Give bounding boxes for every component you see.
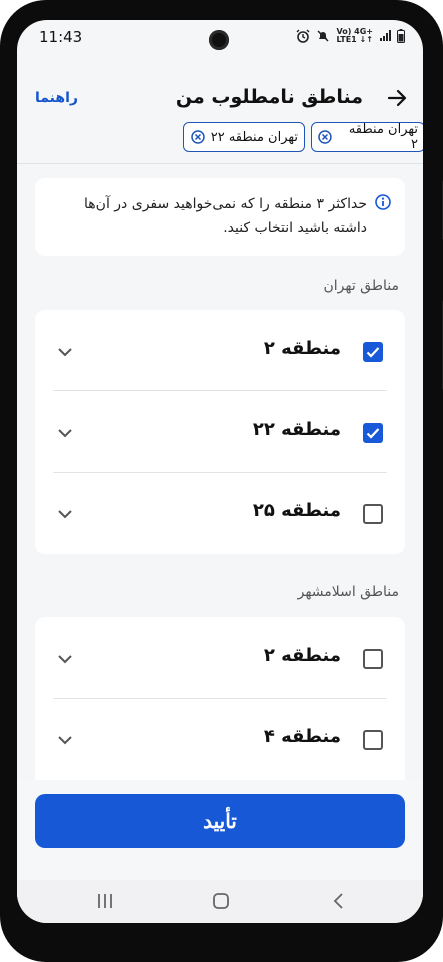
- chevron-down-icon[interactable]: [55, 504, 75, 524]
- info-icon: [375, 194, 391, 210]
- back-icon[interactable]: [327, 890, 351, 912]
- screen: 11:43 Vo) 4G+ LTE1 ↓↑ مناطق نامطلوب من ر…: [17, 20, 423, 923]
- battery-icon: [397, 29, 405, 43]
- phone-frame: 11:43 Vo) 4G+ LTE1 ↓↑ مناطق نامطلوب من ر…: [0, 0, 443, 962]
- item-label: منطقه ۲: [263, 338, 341, 359]
- chevron-down-icon[interactable]: [55, 342, 75, 362]
- chip-tehran-22[interactable]: تهران منطقه ۲۲: [183, 122, 305, 152]
- checkbox-unchecked[interactable]: [363, 649, 383, 669]
- checkbox-unchecked[interactable]: [363, 504, 383, 524]
- chip-label: تهران منطقه ۲: [348, 122, 418, 152]
- selected-chips: تهران منطقه ۲ تهران منطقه ۲۲: [17, 122, 423, 156]
- info-box: حداکثر ۳ منطقه را که نمی‌خواهید سفری در …: [35, 178, 405, 256]
- row-divider: [53, 698, 387, 699]
- front-camera: [209, 30, 229, 50]
- chevron-down-icon[interactable]: [55, 730, 75, 750]
- chip-label: تهران منطقه ۲۲: [210, 129, 298, 145]
- item-label: منطقه ۲۵: [252, 500, 341, 521]
- check-icon: [366, 428, 380, 439]
- page-title: مناطق نامطلوب من: [175, 86, 363, 108]
- network-bottom: LTE1 ↓↑: [336, 35, 373, 44]
- confirm-button[interactable]: تأیید: [35, 794, 405, 848]
- system-nav-bar: [17, 880, 423, 923]
- item-label: منطقه ۲۲: [252, 419, 341, 440]
- check-icon: [366, 347, 380, 358]
- network-indicator: Vo) 4G+ LTE1 ↓↑: [336, 28, 373, 44]
- recent-apps-icon[interactable]: [93, 890, 117, 912]
- help-link[interactable]: راهنما: [35, 90, 78, 106]
- header-divider: [17, 163, 423, 164]
- list-item[interactable]: منطقه ۲۵: [35, 474, 405, 554]
- item-label: منطقه ۲: [263, 645, 341, 666]
- chevron-down-icon[interactable]: [55, 423, 75, 443]
- close-circle-icon[interactable]: [318, 130, 332, 144]
- checkbox-checked[interactable]: [363, 423, 383, 443]
- list-item[interactable]: منطقه ۲۲: [35, 393, 405, 473]
- checkbox-checked[interactable]: [363, 342, 383, 362]
- item-label: منطقه ۴: [263, 726, 341, 747]
- checkbox-unchecked[interactable]: [363, 730, 383, 750]
- section-title-eslamshahr: مناطق اسلامشهر: [297, 584, 399, 600]
- list-item[interactable]: منطقه ۲: [35, 312, 405, 392]
- info-text: حداکثر ۳ منطقه را که نمی‌خواهید سفری در …: [84, 196, 367, 236]
- status-icons: Vo) 4G+ LTE1 ↓↑: [296, 28, 405, 44]
- signal-icon: [380, 30, 391, 41]
- bottom-panel: تأیید: [17, 780, 423, 880]
- section-card-tehran: منطقه ۲ منطقه ۲۲ منطقه ۲۵: [35, 310, 405, 554]
- status-bar: 11:43 Vo) 4G+ LTE1 ↓↑: [17, 20, 423, 54]
- row-divider: [53, 472, 387, 473]
- section-title-tehran: مناطق تهران: [323, 278, 399, 294]
- home-icon[interactable]: [209, 890, 233, 912]
- status-time: 11:43: [39, 28, 83, 46]
- row-divider: [53, 390, 387, 391]
- list-item[interactable]: منطقه ۲: [35, 619, 405, 699]
- back-arrow-icon[interactable]: [385, 86, 409, 110]
- list-item[interactable]: منطقه ۴: [35, 700, 405, 780]
- alarm-icon: [296, 29, 310, 43]
- close-circle-icon[interactable]: [190, 130, 205, 144]
- chip-tehran-2[interactable]: تهران منطقه ۲: [311, 122, 423, 152]
- chevron-down-icon[interactable]: [55, 649, 75, 669]
- mute-icon: [317, 30, 329, 42]
- app-header: مناطق نامطلوب من راهنما: [17, 78, 423, 118]
